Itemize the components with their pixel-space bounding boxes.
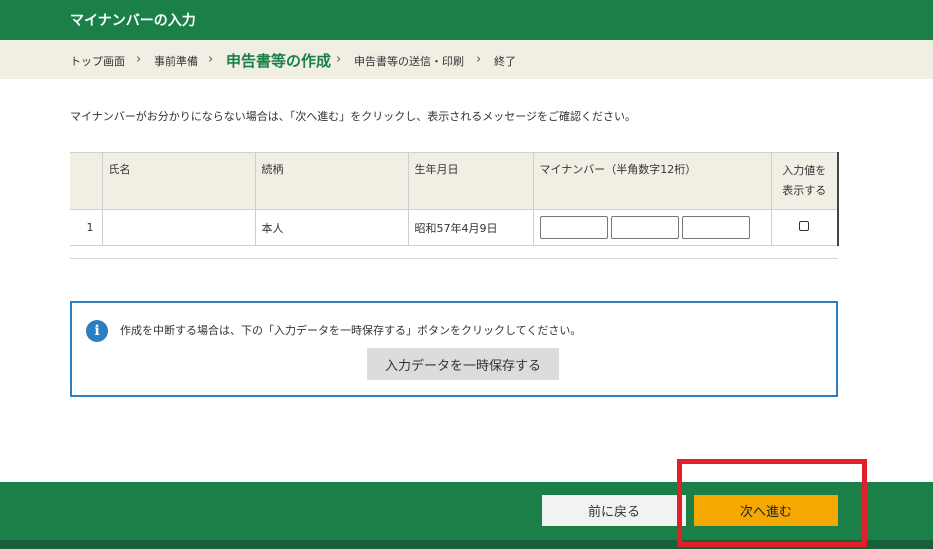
header-show-value: 入力値を 表示する	[770, 152, 839, 210]
info-icon: i	[86, 320, 108, 342]
step-send-print: 申告書等の送信・印刷	[354, 55, 464, 68]
save-temporarily-button[interactable]: 入力データを一時保存する	[367, 348, 559, 380]
app-header: マイナンバーの入力	[0, 0, 933, 40]
mynumber-inputs	[539, 216, 765, 239]
header-birthdate: 生年月日	[407, 152, 534, 210]
header-number	[70, 152, 103, 210]
mynumber-input-part2[interactable]	[610, 216, 679, 239]
show-value-checkbox[interactable]	[799, 221, 810, 231]
step-finish: 終了	[494, 55, 516, 68]
table-row: 1 本人 昭和57年4月9日	[70, 209, 839, 246]
progress-steps: トップ画面 › 事前準備 › 申告書等の作成 › 申告書等の送信・印刷 › 終了	[0, 40, 933, 79]
divider	[70, 258, 838, 259]
row-number: 1	[70, 209, 103, 246]
next-button[interactable]: 次へ進む	[694, 495, 838, 526]
footer-bar: 前に戻る 次へ進む	[0, 482, 933, 540]
mynumber-input-part3[interactable]	[681, 216, 750, 239]
header-show-value-line2: 表示する	[782, 184, 827, 197]
row-name	[101, 209, 256, 246]
row-relation: 本人	[254, 209, 409, 246]
row-mynumber	[532, 209, 772, 246]
page-title: マイナンバーの入力	[70, 13, 196, 29]
chevron-right-icon: ›	[136, 52, 142, 67]
info-panel: i 作成を中断する場合は、下の「入力データを一時保存する」ボタンをクリックしてく…	[70, 301, 838, 397]
header-relation: 続柄	[254, 152, 409, 210]
row-show-value	[770, 209, 839, 246]
header-show-value-line1: 入力値を	[782, 164, 827, 177]
step-preparation: 事前準備	[154, 55, 198, 68]
back-button[interactable]: 前に戻る	[542, 495, 686, 526]
step-create-return: 申告書等の作成	[226, 52, 332, 70]
row-birthdate: 昭和57年4月9日	[407, 209, 534, 246]
mynumber-table: 氏名 続柄 生年月日 マイナンバー（半角数字12桁） 入力値を 表示する 1 本…	[70, 152, 839, 246]
table-header-row: 氏名 続柄 生年月日 マイナンバー（半角数字12桁） 入力値を 表示する	[70, 152, 839, 210]
header-name: 氏名	[101, 152, 256, 210]
chevron-right-icon: ›	[208, 52, 214, 67]
chevron-right-icon: ›	[336, 52, 342, 67]
header-mynumber: マイナンバー（半角数字12桁）	[532, 152, 772, 210]
info-text: 作成を中断する場合は、下の「入力データを一時保存する」ボタンをクリックしてくださ…	[120, 324, 582, 337]
instruction-text: マイナンバーがお分かりにならない場合は、「次へ進む」をクリックし、表示されるメッ…	[70, 110, 637, 123]
footer-strip	[0, 540, 933, 549]
chevron-right-icon: ›	[476, 52, 482, 67]
mynumber-input-part1[interactable]	[539, 216, 608, 239]
step-top: トップ画面	[70, 55, 125, 68]
